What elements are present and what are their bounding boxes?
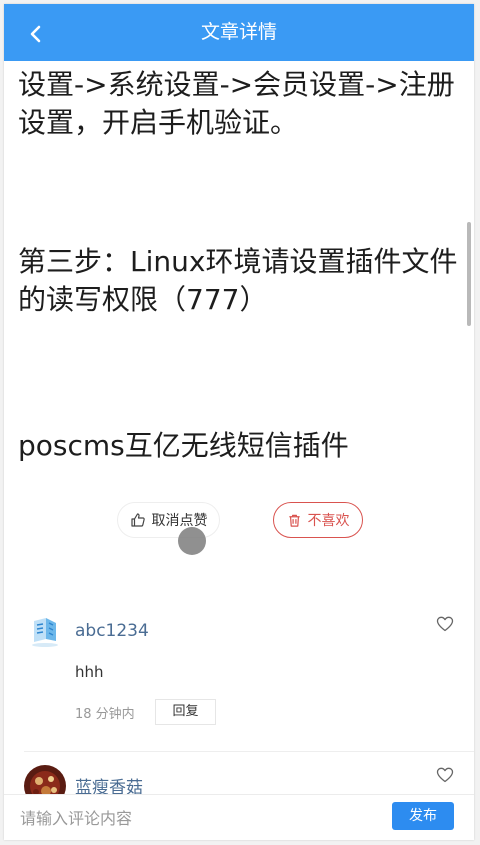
logo-avatar-icon[interactable]: [24, 611, 66, 653]
comment-username[interactable]: abc1234: [75, 621, 149, 641]
heart-icon[interactable]: [435, 765, 455, 785]
heart-icon[interactable]: [435, 614, 455, 634]
comment-text: hhh: [75, 663, 104, 681]
comment-username[interactable]: 蓝瘦香菇: [75, 773, 143, 794]
dislike-label: 不喜欢: [307, 513, 350, 529]
article-paragraph: 设置->系统设置->会员设置->注册设置，开启手机验证。: [18, 68, 455, 139]
comment-composer: 发布: [4, 794, 474, 840]
like-label: 取消点赞: [151, 513, 208, 529]
comment-time: 18 分钟内: [75, 707, 135, 722]
like-button[interactable]: 取消点赞: [117, 502, 220, 538]
photo-avatar-icon[interactable]: [24, 765, 66, 794]
scrollbar-thumb[interactable]: [467, 222, 471, 326]
page-title: 文章详情: [200, 21, 277, 43]
comment-input[interactable]: [18, 801, 382, 835]
trash-icon: [288, 514, 300, 527]
article-paragraph: poscms互亿无线短信插件: [18, 429, 349, 462]
reply-button[interactable]: 回复: [155, 699, 216, 725]
thumbs-up-icon: [130, 513, 145, 527]
publish-button[interactable]: 发布: [392, 802, 454, 830]
comment-item: 蓝瘦香菇: [4, 751, 474, 794]
comment-item: abc1234 hhh 18 分钟内 回复: [4, 591, 474, 751]
touch-indicator: [178, 527, 206, 555]
top-navbar: 文章详情: [4, 4, 474, 61]
app-frame: 文章详情 设置->系统设置->会员设置->注册设置，开启手机验证。 第三步：Li…: [4, 4, 474, 840]
dislike-button[interactable]: 不喜欢: [273, 502, 363, 538]
article-paragraph: 第三步：Linux环境请设置插件文件的读写权限（777）: [18, 245, 458, 316]
article-scroll-area[interactable]: 设置->系统设置->会员设置->注册设置，开启手机验证。 第三步：Linux环境…: [4, 61, 474, 794]
